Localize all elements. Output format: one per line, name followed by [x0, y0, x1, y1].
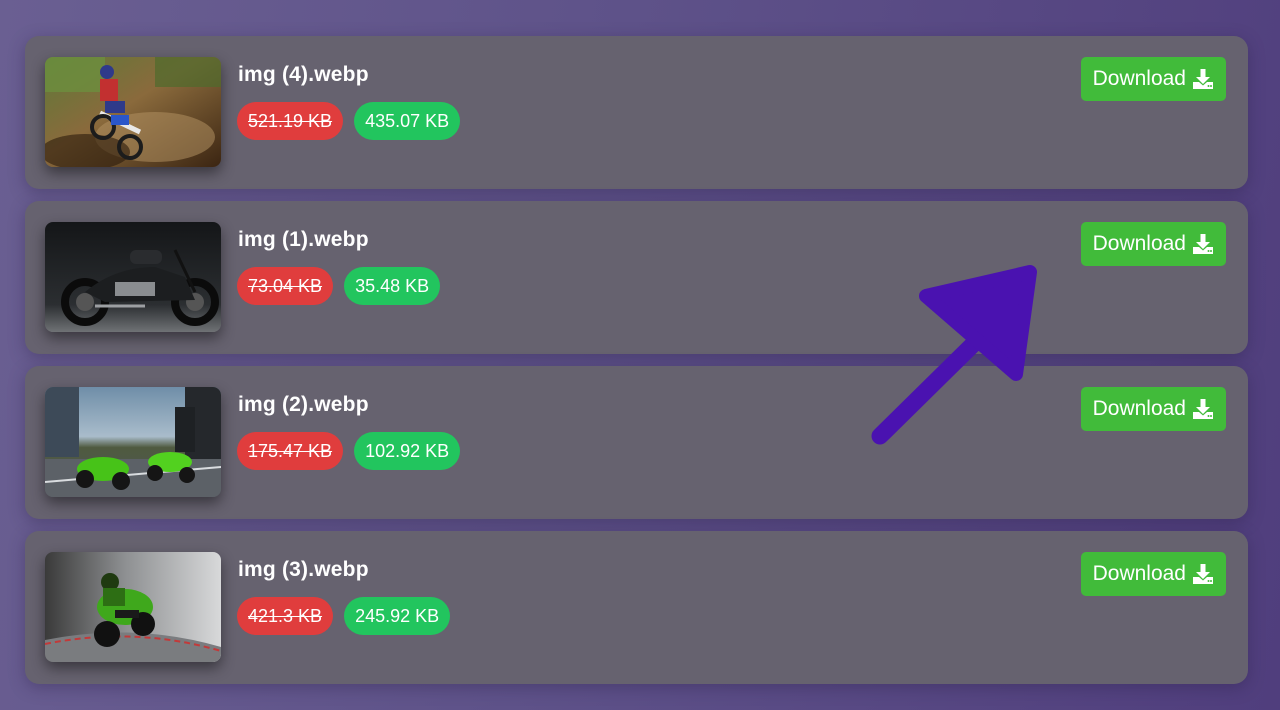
- file-card: img (4).webp 521.19 KB 435.07 KB Downloa…: [25, 36, 1248, 189]
- download-icon: [1192, 68, 1214, 90]
- download-button[interactable]: Download: [1080, 387, 1226, 431]
- file-name: img (4).webp: [238, 63, 369, 86]
- compressed-size-badge: 35.48 KB: [344, 267, 441, 305]
- compressed-size-badge: 245.92 KB: [344, 597, 451, 635]
- green-sportbike-thumbnail: [45, 552, 221, 662]
- file-name: img (2).webp: [238, 393, 369, 416]
- cruiser-motorcycle-thumbnail: [45, 222, 221, 332]
- download-button[interactable]: Download: [1080, 57, 1226, 101]
- download-button-label: Download: [1092, 562, 1186, 585]
- file-name: img (1).webp: [238, 228, 369, 251]
- image-thumbnail: [45, 57, 221, 167]
- download-button[interactable]: Download: [1080, 552, 1226, 596]
- file-name: img (3).webp: [238, 558, 369, 581]
- image-thumbnail: [45, 552, 221, 662]
- file-card: img (2).webp 175.47 KB 102.92 KB Downloa…: [25, 366, 1248, 519]
- file-list: img (4).webp 521.19 KB 435.07 KB Downloa…: [25, 36, 1248, 684]
- original-size-badge: 421.3 KB: [237, 597, 334, 635]
- image-thumbnail: [45, 387, 221, 497]
- download-icon: [1192, 398, 1214, 420]
- original-size-badge: 175.47 KB: [237, 432, 344, 470]
- size-badges: 521.19 KB 435.07 KB: [237, 102, 461, 140]
- download-icon: [1192, 233, 1214, 255]
- download-button-label: Download: [1092, 67, 1186, 90]
- file-card: img (3).webp 421.3 KB 245.92 KB Download: [25, 531, 1248, 684]
- original-size-badge: 73.04 KB: [237, 267, 334, 305]
- size-badges: 175.47 KB 102.92 KB: [237, 432, 461, 470]
- dirt-bike-rider-thumbnail: [45, 57, 221, 167]
- size-badges: 421.3 KB 245.92 KB: [237, 597, 451, 635]
- download-button-label: Download: [1092, 232, 1186, 255]
- download-button[interactable]: Download: [1080, 222, 1226, 266]
- green-racing-bikes-thumbnail: [45, 387, 221, 497]
- size-badges: 73.04 KB 35.48 KB: [237, 267, 441, 305]
- original-size-badge: 521.19 KB: [237, 102, 344, 140]
- file-card: img (1).webp 73.04 KB 35.48 KB Download: [25, 201, 1248, 354]
- download-button-label: Download: [1092, 397, 1186, 420]
- compressed-size-badge: 435.07 KB: [354, 102, 461, 140]
- compressed-size-badge: 102.92 KB: [354, 432, 461, 470]
- download-icon: [1192, 563, 1214, 585]
- image-thumbnail: [45, 222, 221, 332]
